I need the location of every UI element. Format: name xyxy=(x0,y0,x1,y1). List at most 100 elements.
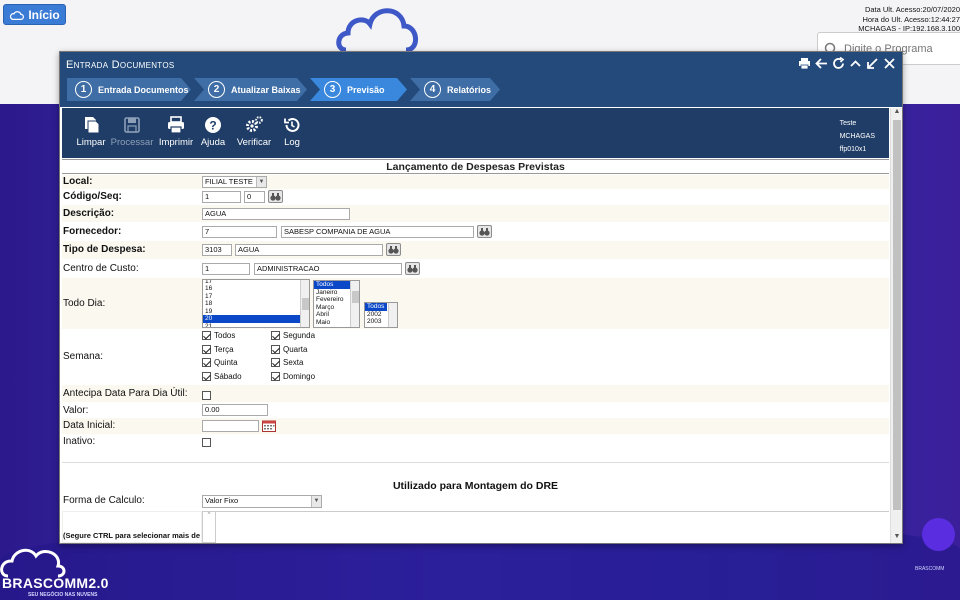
step-atualizar-baixas[interactable]: 2 Atualizar Baixas xyxy=(194,78,307,101)
semana-sexta-checkbox[interactable]: Sexta xyxy=(271,358,303,367)
day-option[interactable]: 16 xyxy=(203,285,309,293)
chevron-down-icon: ▼ xyxy=(256,177,266,187)
checkbox-icon xyxy=(202,331,211,340)
semana-segunda-checkbox[interactable]: Segunda xyxy=(271,331,315,340)
day-option[interactable]: 18 xyxy=(203,300,309,308)
fornecedor-name-input[interactable]: SABESP COMPANIA DE AGUA xyxy=(281,226,474,238)
dre-select-area[interactable] xyxy=(216,511,889,543)
home-button[interactable]: Início xyxy=(3,4,66,25)
imprimir-label: Imprimir xyxy=(158,137,194,148)
fornecedor-label: Fornecedor: xyxy=(63,226,122,237)
window-controls xyxy=(798,56,896,70)
tipo-despesa-name-input[interactable]: AGUA xyxy=(235,244,383,256)
window-title: Entrada Documentos xyxy=(66,59,175,71)
tipo-despesa-lookup-button[interactable] xyxy=(386,243,401,256)
centro-custo-lookup-button[interactable] xyxy=(405,262,420,275)
forma-calculo-label: Forma de Calculo: xyxy=(63,495,145,506)
codigo-lookup-button[interactable] xyxy=(268,190,283,203)
semana-sabado-checkbox[interactable]: Sábado xyxy=(202,372,242,381)
user-label: MCHAGAS xyxy=(839,133,875,140)
year-listbox-scrollbar[interactable] xyxy=(388,303,397,327)
tipo-despesa-code-input[interactable]: 3103 xyxy=(202,244,232,256)
fornecedor-lookup-button[interactable] xyxy=(477,225,492,238)
antecipa-checkbox[interactable] xyxy=(202,391,211,400)
semana-terca-checkbox[interactable]: Terça xyxy=(202,345,234,354)
year-listbox[interactable]: Todos 2002 2003 xyxy=(364,302,398,328)
gears-icon xyxy=(246,116,263,132)
day-option[interactable]: 21 xyxy=(203,323,309,328)
wizard-steps: 1 Entrada Documentos 2 Atualizar Baixas 3P… xyxy=(67,78,503,101)
data-inicial-input[interactable] xyxy=(202,420,259,432)
copy-icon xyxy=(85,117,100,134)
close-icon[interactable] xyxy=(883,56,896,70)
forma-calculo-select[interactable]: Valor Fixo ▼ xyxy=(202,495,322,508)
step-label: Atualizar Baixas xyxy=(231,84,301,95)
todo-dia-label: Todo Dia: xyxy=(63,298,106,309)
ajuda-button[interactable]: ? Ajuda xyxy=(193,116,233,148)
checkbox-icon xyxy=(202,372,211,381)
checkbox-label: Domingo xyxy=(283,372,316,381)
calendar-icon[interactable] xyxy=(262,420,276,432)
centro-custo-code-input[interactable]: 1 xyxy=(202,263,250,275)
antecipa-label: Antecipa Data Para Dia Útil: xyxy=(63,388,188,399)
seq-input[interactable]: 0 xyxy=(244,191,265,203)
semana-quarta-checkbox[interactable]: Quarta xyxy=(271,345,307,354)
processar-label: Processar xyxy=(110,137,154,148)
verificar-button[interactable]: Verificar xyxy=(233,116,275,148)
step-entrada-documentos[interactable]: 1 Entrada Documentos xyxy=(67,78,191,101)
month-listbox[interactable]: Todos Janeiro Fevereiro Março Abril Maio xyxy=(313,280,360,328)
processar-button[interactable]: Processar xyxy=(110,116,154,148)
checkbox-label: Todos xyxy=(214,331,236,340)
print-icon[interactable] xyxy=(798,56,811,70)
imprimir-button[interactable]: Imprimir xyxy=(155,116,197,148)
action-toolbar: Limpar Processar Imprimir ? Ajuda Verifi… xyxy=(62,108,889,158)
day-option[interactable]: 19 xyxy=(203,308,309,316)
day-listbox-scrollbar[interactable] xyxy=(300,280,309,327)
descricao-input[interactable]: AGUA xyxy=(202,208,350,220)
day-listbox[interactable]: 17 16 17 18 19 20 21 xyxy=(202,279,310,328)
descricao-label: Descrição: xyxy=(63,208,115,219)
printer-icon xyxy=(168,116,184,134)
centro-custo-name-input[interactable]: ADMINISTRACAO xyxy=(254,263,402,275)
limpar-button[interactable]: Limpar xyxy=(71,116,111,148)
valor-label: Valor: xyxy=(63,405,89,416)
inativo-checkbox[interactable] xyxy=(202,438,211,447)
brand-cloud-logo xyxy=(336,8,418,52)
year-option-selected[interactable]: Todos xyxy=(365,303,387,311)
local-value: FILIAL TESTE xyxy=(205,177,253,186)
local-row: Local: FILIAL TESTE ▼ xyxy=(62,175,889,189)
minimize-icon[interactable] xyxy=(866,56,879,70)
scroll-up-icon[interactable]: ▲ xyxy=(891,108,903,118)
semana-domingo-checkbox[interactable]: Domingo xyxy=(271,372,315,381)
back-icon[interactable] xyxy=(815,56,828,70)
data-inicial-label: Data Inicial: xyxy=(63,420,116,431)
day-option[interactable]: 17 xyxy=(203,293,309,301)
log-button[interactable]: Log xyxy=(272,116,312,148)
semana-quinta-checkbox[interactable]: Quinta xyxy=(202,358,238,367)
fornecedor-code-input[interactable]: 7 xyxy=(202,226,277,238)
day-option-selected[interactable]: 20 xyxy=(203,315,309,323)
form-scrollbar[interactable]: ▲ ▼ xyxy=(890,108,902,543)
codigo-input[interactable]: 1 xyxy=(202,191,241,203)
valor-input[interactable]: 0.00 xyxy=(202,404,268,416)
month-listbox-scrollbar[interactable] xyxy=(350,281,359,327)
step-label: Previsão xyxy=(347,84,385,95)
step-number: 3 xyxy=(324,81,341,98)
step-relatorios[interactable]: 4 Relatórios xyxy=(410,78,500,101)
centro-custo-row: Centro de Custo: 1 ADMINISTRACAO xyxy=(62,259,889,278)
binoculars-icon xyxy=(388,246,399,254)
checkbox-icon xyxy=(271,345,280,354)
scroll-thumb[interactable] xyxy=(893,120,901,510)
semana-todos-checkbox[interactable]: Todos xyxy=(202,331,235,340)
svg-text:?: ? xyxy=(209,119,216,133)
collapse-icon[interactable] xyxy=(849,56,862,70)
codigo-label: Código/Seq: xyxy=(63,191,122,202)
step-previsao[interactable]: 3 Previsão xyxy=(310,78,407,101)
mini-brand-logo: BRASCOMM xyxy=(915,566,945,572)
dre-section-title: Utilizado para Montagem do DRE xyxy=(392,480,559,492)
scroll-down-icon[interactable]: ▼ xyxy=(891,533,903,543)
step-number: 2 xyxy=(208,81,225,98)
chat-button[interactable] xyxy=(922,518,955,551)
refresh-icon[interactable] xyxy=(832,56,845,70)
local-select[interactable]: FILIAL TESTE ▼ xyxy=(202,176,267,188)
